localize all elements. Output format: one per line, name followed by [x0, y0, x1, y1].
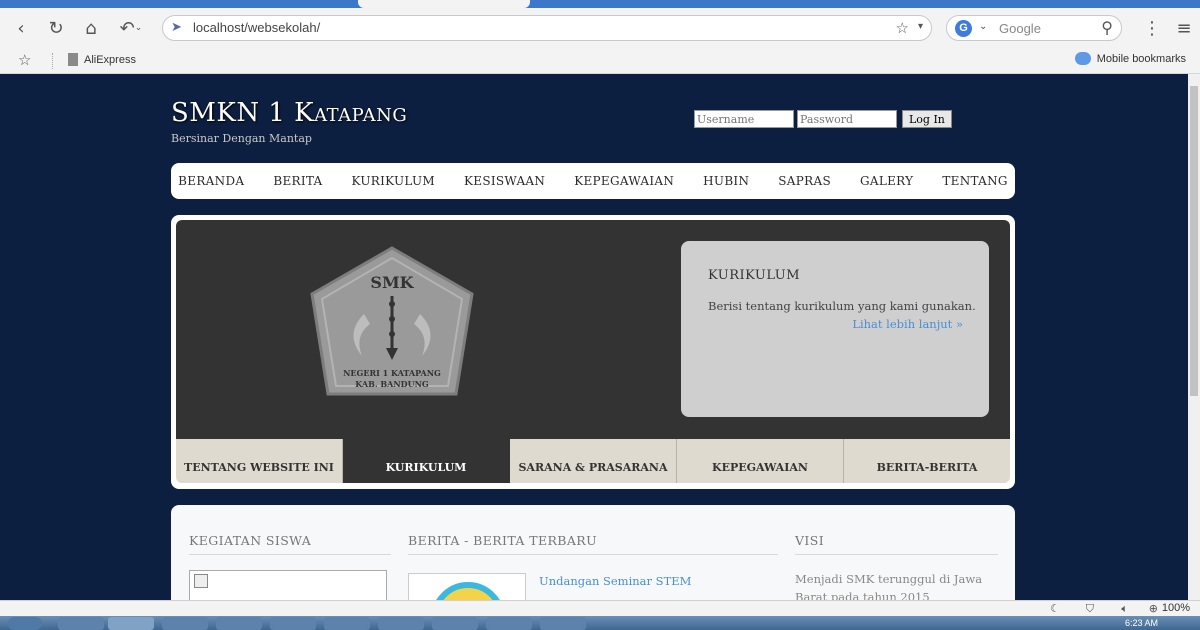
undo-closed-tab-icon[interactable]: ↶ ⌄	[116, 16, 146, 40]
bookmarks-bar: ☆ AliExpress Mobile bookmarks	[0, 48, 1200, 74]
username-input[interactable]	[694, 110, 794, 128]
feature-heading: KURIKULUM	[708, 268, 801, 283]
bookmarks-separator	[52, 53, 53, 69]
logo-top-text: SMK	[370, 273, 414, 292]
bookmark-label: AliExpress	[84, 53, 136, 66]
tab-kepegawaian[interactable]: KEPEGAWAIAN	[677, 439, 844, 483]
school-logo: SMK NEGERI 1 KATAPANG KAB. BANDUNG	[310, 246, 474, 396]
start-button-icon[interactable]	[8, 617, 42, 630]
url-text: localhost/websekolah/	[193, 20, 321, 35]
zoom-icon[interactable]: ⊕	[1149, 602, 1158, 615]
nav-item-kepegawaian[interactable]: KEPEGAWAIAN	[574, 174, 674, 188]
os-taskbar: 6:23 AM	[0, 616, 1200, 630]
taskbar-app-2[interactable]	[108, 617, 154, 630]
zoom-level[interactable]: 100%	[1162, 602, 1190, 614]
hamburger-menu-icon[interactable]: ≡	[1172, 16, 1196, 40]
tab-sarana-prasarana[interactable]: SARANA & PRASARANA	[510, 439, 677, 483]
site-subtitle: Bersinar Dengan Mantap	[171, 132, 312, 145]
site-title[interactable]: SMKN 1 Katapang	[171, 98, 407, 128]
news-thumbnail[interactable]	[408, 573, 526, 600]
shield-icon[interactable]: ⛉	[1086, 602, 1094, 616]
google-icon: G	[955, 20, 972, 37]
feature-info-box: KURIKULUM Berisi tentang kurikulum yang …	[681, 241, 989, 417]
scrollbar-thumb[interactable]	[1190, 86, 1198, 396]
taskbar-app-8[interactable]	[432, 617, 478, 630]
taskbar-app-10[interactable]	[540, 617, 586, 630]
visi-text: Menjadi SMK terunggul di Jawa Barat pada…	[795, 572, 983, 600]
browser-active-tab[interactable]	[358, 0, 530, 8]
taskbar-app-4[interactable]	[216, 617, 262, 630]
tab-tentang-website[interactable]: TENTANG WEBSITE INI	[176, 439, 343, 483]
tab-berita-berita[interactable]: BERITA-BERITA	[844, 439, 1010, 483]
kegiatan-heading: KEGIATAN SISWA	[189, 533, 391, 555]
kegiatan-image[interactable]	[189, 570, 387, 600]
taskbar-app-6[interactable]	[324, 617, 370, 630]
feature-body: Berisi tentang kurikulum yang kami gunak…	[708, 299, 976, 313]
mobile-bookmarks[interactable]: Mobile bookmarks	[1074, 52, 1186, 65]
chevron-down-icon[interactable]: ⌄	[979, 21, 987, 32]
feature-stage: SMK NEGERI 1 KATAPANG KAB. BANDUNG KURIK…	[176, 220, 1010, 439]
visi-heading: VISI	[795, 533, 998, 555]
main-nav: BERANDA BERITA KURIKULUM KESISWAAN KEPEG…	[171, 163, 1015, 199]
logo-line2: KAB. BANDUNG	[355, 379, 429, 389]
berita-heading: BERITA - BERITA TERBARU	[408, 533, 778, 555]
nav-item-tentang[interactable]: TENTANG	[942, 174, 1007, 188]
bookmark-star-icon[interactable]: ☆	[896, 19, 909, 37]
back-icon[interactable]: ‹	[9, 16, 33, 40]
browser-status-bar: ☾ ⛉ 🔈︎ ⊕ 100%	[0, 600, 1200, 616]
logo-line1: NEGERI 1 KATAPANG	[343, 368, 441, 378]
nav-item-hubin[interactable]: HUBIN	[703, 174, 749, 188]
nav-item-berita[interactable]: BERITA	[273, 174, 322, 188]
browser-tab-strip	[0, 0, 1200, 8]
bookmarks-star-icon[interactable]: ☆	[18, 51, 31, 69]
taskbar-app-7[interactable]	[378, 617, 424, 630]
password-input[interactable]	[797, 110, 897, 128]
feature-slider: SMK NEGERI 1 KATAPANG KAB. BANDUNG KURIK…	[171, 215, 1015, 489]
nav-item-kurikulum[interactable]: KURIKULUM	[352, 174, 436, 188]
browser-toolbar: ‹ ↻ ⌂ ↶ ⌄ ➤ localhost/websekolah/ ☆ ▾ G ⌄…	[0, 8, 1200, 48]
nav-item-kesiswaan[interactable]: KESISWAAN	[464, 174, 545, 188]
nav-item-galery[interactable]: GALERY	[860, 174, 913, 188]
visi-column: VISI Menjadi SMK terunggul di Jawa Barat…	[795, 533, 998, 600]
more-menu-icon[interactable]: ⋮	[1140, 16, 1164, 40]
search-icon[interactable]: ⚲	[1101, 18, 1113, 37]
taskbar-clock[interactable]: 6:23 AM	[1125, 618, 1158, 628]
taskbar-app-1[interactable]	[58, 617, 104, 630]
moon-icon[interactable]: ☾	[1050, 602, 1060, 615]
bookmark-aliexpress[interactable]: AliExpress	[68, 53, 136, 66]
berita-column: BERITA - BERITA TERBARU Undangan Seminar…	[408, 533, 778, 600]
taskbar-app-5[interactable]	[270, 617, 316, 630]
kegiatan-siswa-column: KEGIATAN SISWA	[189, 533, 391, 600]
search-placeholder: Google	[999, 21, 1041, 36]
home-icon[interactable]: ⌂	[79, 16, 103, 40]
broken-image-icon	[194, 574, 208, 588]
feature-tabs: TENTANG WEBSITE INI KURIKULUM SARANA & P…	[176, 435, 1010, 483]
mobile-bookmarks-label: Mobile bookmarks	[1096, 52, 1186, 65]
reload-icon[interactable]: ↻	[44, 16, 68, 40]
speaker-icon[interactable]: 🔈︎	[1121, 602, 1128, 616]
news-link[interactable]: Undangan Seminar STEM	[539, 574, 691, 588]
login-button[interactable]: Log In	[902, 110, 952, 128]
search-bar[interactable]: G ⌄ Google ⚲	[946, 15, 1122, 41]
page-viewport: SMKN 1 Katapang Bersinar Dengan Mantap L…	[0, 74, 1188, 600]
nav-item-sapras[interactable]: SAPRAS	[778, 174, 831, 188]
tab-kurikulum[interactable]: KURIKULUM	[343, 435, 510, 483]
taskbar-app-3[interactable]	[162, 617, 208, 630]
address-bar[interactable]: ➤ localhost/websekolah/ ☆ ▾	[162, 15, 932, 41]
cloud-icon	[1074, 52, 1091, 65]
login-form: Log In	[694, 110, 952, 128]
vertical-scrollbar[interactable]	[1188, 74, 1200, 600]
nav-item-beranda[interactable]: BERANDA	[178, 174, 244, 188]
chevron-down-icon[interactable]: ▾	[918, 21, 923, 32]
content-panel: KEGIATAN SISWA BERITA - BERITA TERBARU U…	[171, 505, 1015, 600]
rocket-icon: ➤	[171, 20, 182, 35]
news-thumbnail-logo	[431, 582, 505, 600]
taskbar-app-9[interactable]	[486, 617, 532, 630]
read-more-link[interactable]: Lihat lebih lanjut »	[852, 317, 963, 331]
page-icon	[68, 53, 78, 66]
